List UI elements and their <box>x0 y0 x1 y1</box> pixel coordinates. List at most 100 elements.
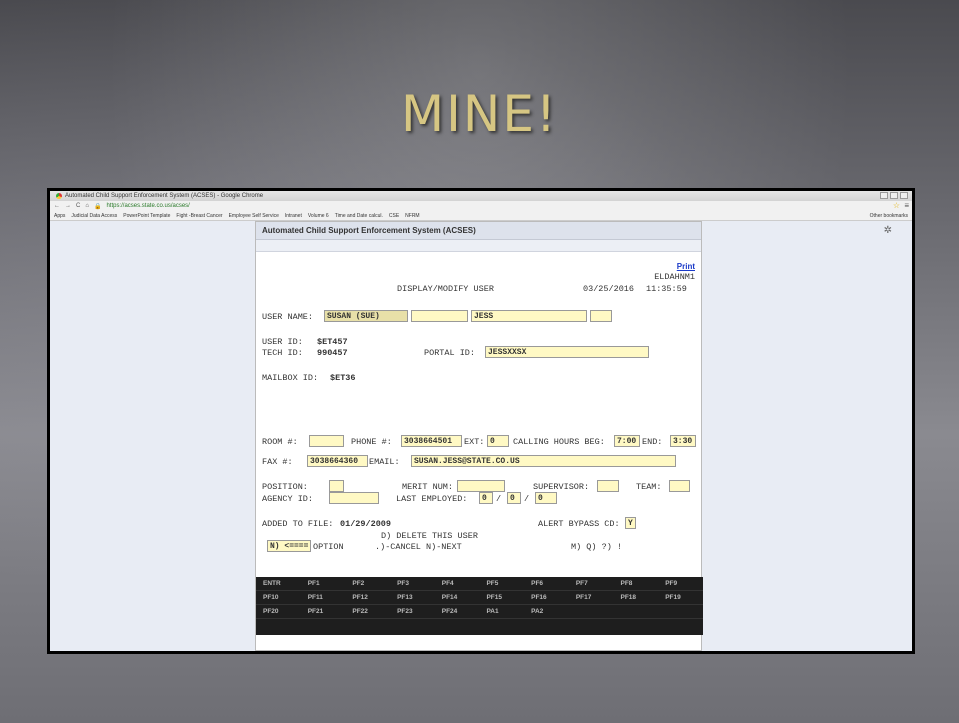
bookmark-star-icon[interactable]: ☆ <box>893 201 900 210</box>
bookmark-item[interactable]: Intranet <box>285 213 302 219</box>
alert-bypass-label: ALERT BYPASS CD: <box>538 519 620 529</box>
bookmark-item[interactable]: Apps <box>54 213 65 219</box>
fkey-button[interactable]: PF8 <box>614 577 659 590</box>
bookmark-item[interactable]: Time and Date calcul. <box>335 213 383 219</box>
ext-field[interactable]: 0 <box>487 435 509 447</box>
fkey-button[interactable]: PF17 <box>569 591 614 604</box>
fkey-button[interactable]: PF6 <box>524 577 569 590</box>
screen-code: ELDAHNM1 <box>654 272 695 282</box>
fkey-button[interactable]: PF14 <box>435 591 480 604</box>
fkey-button[interactable]: PF2 <box>345 577 390 590</box>
calling-end-field[interactable]: 3:30 <box>670 435 696 447</box>
added-date: 01/29/2009 <box>340 519 392 529</box>
bookmark-item[interactable]: Judicial Data Access <box>71 213 117 219</box>
date: 03/25/2016 <box>583 284 635 294</box>
bookmarks-bar: Apps Judicial Data Access PowerPoint Tem… <box>50 211 912 221</box>
mailbox-label: MAILBOX ID: <box>262 373 319 383</box>
merit-field[interactable] <box>457 480 505 492</box>
minimize-button[interactable] <box>880 192 888 199</box>
fkey-button[interactable]: PF15 <box>479 591 524 604</box>
back-icon[interactable]: ← <box>54 203 60 209</box>
fkey-button[interactable]: PF11 <box>301 591 346 604</box>
forward-icon[interactable]: → <box>65 203 71 209</box>
agency-field[interactable] <box>329 492 379 504</box>
last-employed-month[interactable]: 0 <box>479 492 493 504</box>
other-options-text: M) Q) ?) ! <box>571 542 623 552</box>
supervisor-label: SUPERVISOR: <box>533 482 590 492</box>
room-label: ROOM #: <box>262 437 298 447</box>
phone-field[interactable]: 3038664501 <box>401 435 462 447</box>
merit-label: MERIT NUM: <box>402 482 454 492</box>
date-slash: / <box>496 494 502 504</box>
calling-hours-label: CALLING HOURS BEG: <box>513 437 605 447</box>
position-field[interactable] <box>329 480 344 492</box>
room-field[interactable] <box>309 435 344 447</box>
gear-icon[interactable]: ✲ <box>884 225 892 236</box>
chrome-icon <box>56 193 62 199</box>
portal-id-field[interactable]: JESSXXSX <box>485 346 649 358</box>
fkey-button[interactable]: PF24 <box>435 605 480 618</box>
tech-id-label: TECH ID: <box>262 348 303 358</box>
app-header: Automated Child Support Enforcement Syst… <box>256 222 701 240</box>
fkey-button[interactable]: PF20 <box>256 605 301 618</box>
fkey-button[interactable]: PA1 <box>479 605 524 618</box>
position-label: POSITION: <box>262 482 308 492</box>
calling-beg-field[interactable]: 7:00 <box>614 435 640 447</box>
bookmark-item[interactable]: Employee Self Service <box>229 213 279 219</box>
reload-icon[interactable]: C <box>76 203 80 209</box>
last-employed-label: LAST EMPLOYED: <box>396 494 468 504</box>
fkey-button[interactable]: PF19 <box>658 591 703 604</box>
bookmark-item[interactable]: CSE <box>389 213 399 219</box>
fkey-button[interactable]: ENTR <box>256 577 301 590</box>
fkey-button[interactable]: PF16 <box>524 591 569 604</box>
fkey-button[interactable]: PF7 <box>569 577 614 590</box>
agency-label: AGENCY ID: <box>262 494 314 504</box>
lock-icon: 🔒 <box>93 203 102 210</box>
fkey-button[interactable]: PF9 <box>658 577 703 590</box>
fkey-button[interactable]: PF4 <box>435 577 480 590</box>
home-icon[interactable]: ⌂ <box>85 203 89 209</box>
fkey-button[interactable]: PF5 <box>479 577 524 590</box>
window-title: Automated Child Support Enforcement Syst… <box>65 193 264 199</box>
middle-name-field[interactable] <box>411 310 468 322</box>
phone-label: PHONE #: <box>351 437 392 447</box>
function-key-bar: ENTR PF1 PF2 PF3 PF4 PF5 PF6 PF7 PF8 PF9… <box>256 577 703 635</box>
email-label: EMAIL: <box>369 457 400 467</box>
bookmark-item[interactable]: PowerPoint Template <box>123 213 170 219</box>
bookmark-item[interactable]: Volume 6 <box>308 213 329 219</box>
fkey-button[interactable]: PF10 <box>256 591 301 604</box>
close-button[interactable] <box>900 192 908 199</box>
fkey-button[interactable]: PF13 <box>390 591 435 604</box>
fkey-button[interactable]: PF21 <box>301 605 346 618</box>
fkey-button[interactable]: PF23 <box>390 605 435 618</box>
fax-field[interactable]: 3038664360 <box>307 455 368 467</box>
last-name-field[interactable]: JESS <box>471 310 587 322</box>
fkey-button[interactable]: PF18 <box>614 591 659 604</box>
first-name-field[interactable]: SUSAN (SUE) <box>324 310 408 322</box>
url-field[interactable]: https://acses.state.co.us/acses/ <box>106 203 189 209</box>
option-field[interactable]: N) <==== <box>267 540 311 552</box>
fkey-button[interactable]: PF3 <box>390 577 435 590</box>
suffix-field[interactable] <box>590 310 612 322</box>
slide-title: MINE! <box>401 85 558 143</box>
portal-id-label: PORTAL ID: <box>424 348 476 358</box>
last-employed-day[interactable]: 0 <box>507 492 521 504</box>
bookmark-item[interactable]: Fight -Breast Cancer <box>176 213 222 219</box>
team-label: TEAM: <box>636 482 662 492</box>
maximize-button[interactable] <box>890 192 898 199</box>
menu-icon[interactable]: ≡ <box>904 201 909 210</box>
fkey-button[interactable]: PA2 <box>524 605 569 618</box>
ext-label: EXT: <box>464 437 485 447</box>
other-bookmarks[interactable]: Other bookmarks <box>870 213 908 219</box>
bookmark-item[interactable]: NFRM <box>405 213 419 219</box>
fkey-button[interactable]: PF12 <box>345 591 390 604</box>
alert-bypass-field[interactable]: Y <box>625 517 636 529</box>
fkey-button[interactable]: PF22 <box>345 605 390 618</box>
date-slash: / <box>524 494 530 504</box>
team-field[interactable] <box>669 480 690 492</box>
last-employed-year[interactable]: 0 <box>535 492 557 504</box>
print-link[interactable]: Print <box>677 262 695 271</box>
fkey-button[interactable]: PF1 <box>301 577 346 590</box>
email-field[interactable]: SUSAN.JESS@STATE.CO.US <box>411 455 676 467</box>
supervisor-field[interactable] <box>597 480 619 492</box>
